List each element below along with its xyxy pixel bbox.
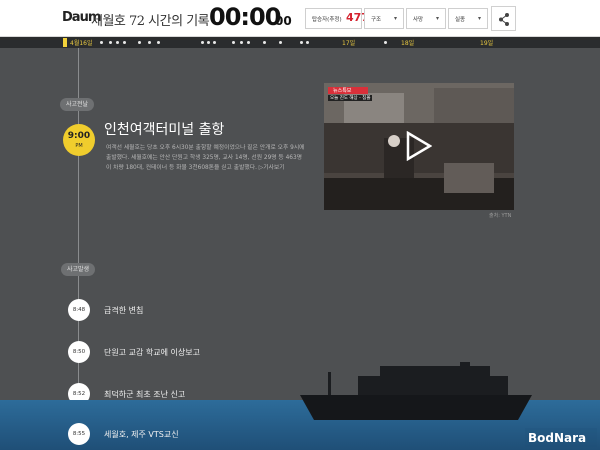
video-news-flash: 뉴스특보 (333, 88, 352, 94)
event-item-title[interactable]: 급격한 변침 (104, 305, 143, 316)
event-time-node[interactable]: 8:48 (68, 299, 90, 321)
event-ampm: PM (75, 143, 83, 149)
bodnara-watermark: BodNara (525, 428, 597, 447)
event-description: 여객선 세월호는 당초 오후 6시30분 출항할 예정이었으나 짙은 안개로 오… (106, 145, 305, 171)
event-item-title[interactable]: 세월호, 제주 VTS교신 (104, 429, 179, 440)
timeline-dot[interactable] (263, 41, 266, 44)
rescued-dropdown[interactable]: 구조 ▾ (364, 8, 404, 29)
timeline-dot[interactable] (116, 41, 119, 44)
timeline-dot[interactable] (240, 41, 243, 44)
timeline-dot[interactable] (123, 41, 126, 44)
missing-label: 실종 (455, 17, 466, 23)
timeline-dot[interactable] (384, 41, 387, 44)
missing-dropdown[interactable]: 실종 ▾ (448, 8, 488, 29)
event-time: 9:00 (67, 131, 91, 141)
event-item-title[interactable]: 단원고 교감 학교에 이상보고 (104, 347, 200, 358)
rescued-label: 구조 (371, 17, 382, 23)
top-header: Daum 세월호 72 시간의 기록 00:00 00 탑승자(추정) 477 … (0, 0, 600, 37)
timeline-dot[interactable] (201, 41, 204, 44)
section-label-accident: 사고발생 (61, 263, 96, 276)
timeline-dot[interactable] (300, 41, 303, 44)
timeline-dot[interactable] (109, 41, 112, 44)
share-icon (499, 13, 509, 26)
event-time-badge: 9:00 PM (63, 124, 95, 156)
page-title: 세월호 72 시간의 기록 (91, 14, 210, 29)
timeline-dot[interactable] (213, 41, 216, 44)
timeline-dot[interactable] (247, 41, 250, 44)
dead-dropdown[interactable]: 사망 ▾ (406, 8, 446, 29)
event-time-node[interactable]: 8:55 (68, 423, 90, 445)
date-label-18[interactable]: 18일 (401, 38, 414, 47)
timeline-date-bar[interactable]: 4월16일 17일 18일 19일 (0, 37, 600, 48)
timeline-dot[interactable] (306, 41, 309, 44)
video-caption: 오늘 진도 해상 - 침몰 (330, 96, 371, 101)
elapsed-timer-seconds: 00 (275, 14, 292, 28)
watermark-text: BodNara (528, 431, 586, 445)
chevron-down-icon: ▾ (393, 15, 397, 22)
dead-label: 사망 (413, 17, 424, 23)
timeline-dot[interactable] (148, 41, 151, 44)
chevron-down-icon: ▾ (435, 15, 439, 22)
passenger-count-box: 탑승자(추정) 477 (305, 8, 369, 29)
date-label-start[interactable]: 4월16일 (70, 38, 93, 47)
passenger-count-label: 탑승자(추정) (312, 17, 342, 23)
timeline-dot[interactable] (232, 41, 235, 44)
date-label-19[interactable]: 19일 (480, 38, 493, 47)
section-label-day-before: 사고전날 (60, 98, 95, 111)
chevron-down-icon: ▾ (477, 15, 481, 22)
timeline-position-marker[interactable] (63, 38, 67, 47)
photo-credit: 출처: YTN (489, 213, 512, 219)
event-title: 인천여객터미널 출항 (104, 122, 225, 138)
ferry-silhouette (300, 362, 532, 420)
event-time-node[interactable]: 8:50 (68, 341, 90, 363)
timeline-dot[interactable] (279, 41, 282, 44)
date-label-17[interactable]: 17일 (342, 38, 355, 47)
news-video-player[interactable]: 뉴스특보 오늘 진도 해상 - 침몰 (324, 83, 514, 210)
timeline-dot[interactable] (100, 41, 103, 44)
event-item-title[interactable]: 최덕하군 최초 조난 신고 (104, 389, 185, 400)
timeline-dot[interactable] (207, 41, 210, 44)
elapsed-timer: 00:00 (209, 3, 281, 31)
timeline-dot[interactable] (138, 41, 141, 44)
share-button[interactable] (491, 6, 516, 31)
play-icon[interactable] (406, 131, 432, 161)
timeline-dot[interactable] (157, 41, 160, 44)
